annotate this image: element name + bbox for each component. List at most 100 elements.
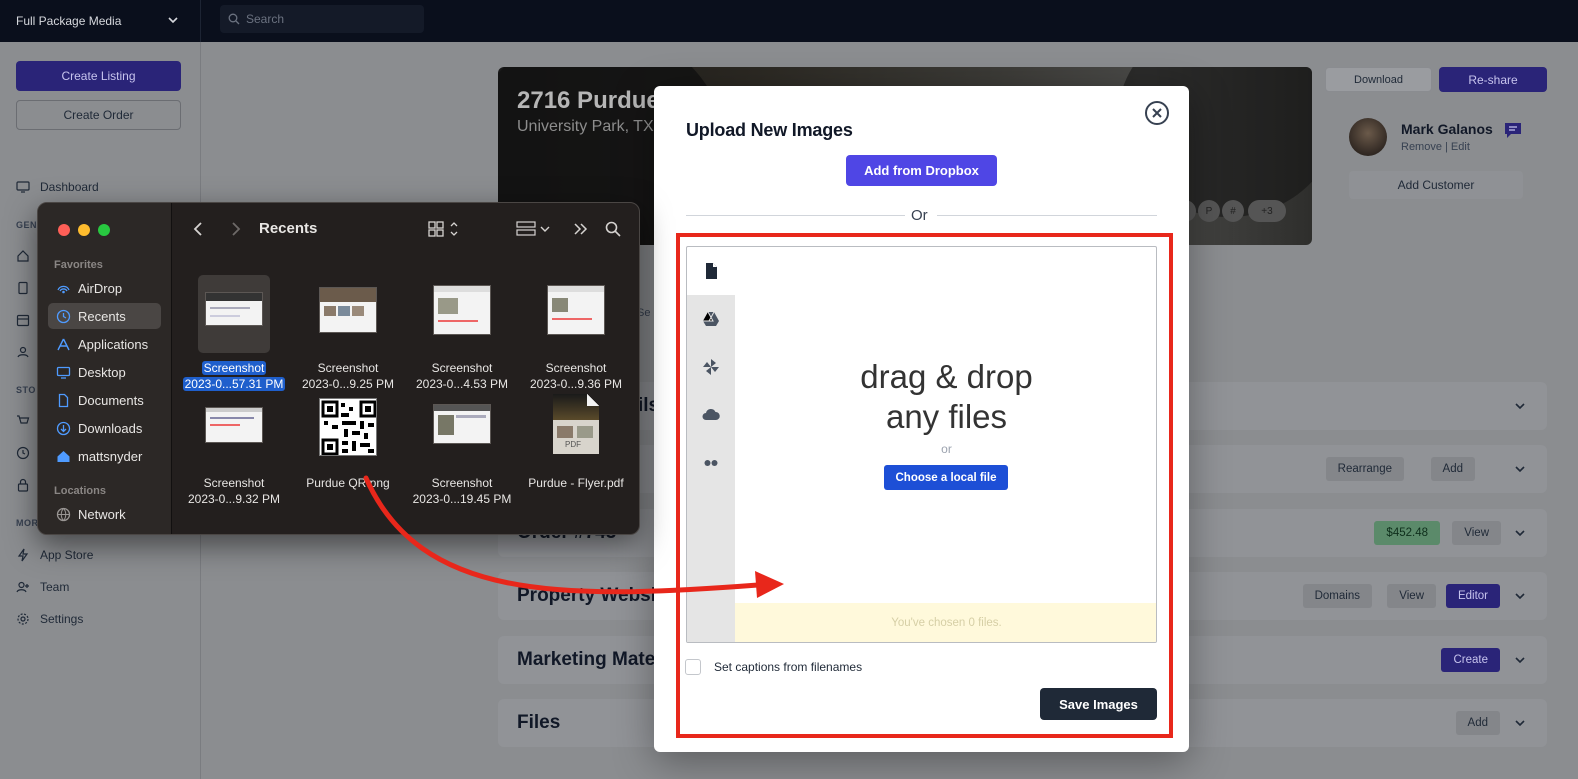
airdrop-icon bbox=[57, 285, 70, 293]
rearrange-button[interactable]: Rearrange bbox=[1325, 457, 1404, 481]
file-uploader[interactable]: drag & drop any files or Choose a local … bbox=[686, 246, 1157, 643]
finder-sidebar-item-home[interactable]: mattsnyder bbox=[48, 443, 161, 469]
view-button[interactable]: View bbox=[1387, 584, 1436, 608]
sidebar-item-settings[interactable]: Settings bbox=[16, 609, 83, 629]
desktop-icon bbox=[56, 366, 71, 379]
cart-icon[interactable] bbox=[16, 414, 30, 428]
finder-sidebar-item-recents[interactable]: Recents bbox=[48, 303, 161, 329]
file-thumbnail-frame bbox=[198, 275, 270, 353]
add-customer-button[interactable]: Add Customer bbox=[1349, 171, 1523, 199]
finder-sidebar-item-applications[interactable]: Applications bbox=[48, 331, 161, 357]
download-button[interactable]: Download bbox=[1325, 67, 1432, 92]
chevron-down-icon[interactable] bbox=[1513, 399, 1527, 413]
file-name: Screenshot 2023-0...4.53 PM bbox=[405, 360, 519, 392]
screenshot-thumbnail bbox=[205, 407, 263, 443]
chevron-down-icon[interactable] bbox=[1513, 526, 1527, 540]
file-item[interactable]: Screenshot 2023-0...9.25 PM bbox=[291, 275, 405, 392]
or-divider-label: Or bbox=[911, 207, 928, 224]
finder-sidebar-item-network[interactable]: Network bbox=[48, 501, 161, 527]
sidebar-item-team[interactable]: Team bbox=[16, 577, 69, 597]
clock-icon[interactable] bbox=[16, 446, 30, 460]
customer-avatar bbox=[1349, 118, 1387, 156]
global-search[interactable] bbox=[220, 5, 424, 33]
user-plus-icon bbox=[16, 581, 29, 593]
cloud-icon[interactable] bbox=[702, 406, 720, 424]
add-from-dropbox-button[interactable]: Add from Dropbox bbox=[846, 155, 997, 186]
file-name: Purdue QR.png bbox=[291, 475, 405, 491]
users-icon[interactable] bbox=[16, 345, 30, 359]
reshare-button[interactable]: Re-share bbox=[1439, 67, 1547, 92]
more-social-button[interactable]: +3 bbox=[1248, 200, 1286, 222]
forward-icon[interactable] bbox=[226, 220, 244, 238]
sidebar-item-app-store[interactable]: App Store bbox=[16, 545, 93, 565]
document-icon[interactable] bbox=[16, 281, 30, 295]
lock-icon[interactable] bbox=[16, 478, 30, 492]
finder-sidebar-item-documents[interactable]: Documents bbox=[48, 387, 161, 413]
view-button[interactable]: View bbox=[1452, 521, 1501, 545]
file-item[interactable]: Screenshot 2023-0...57.31 PM bbox=[177, 275, 291, 392]
chevron-down-icon bbox=[168, 17, 178, 24]
view-grid-icon[interactable] bbox=[428, 220, 462, 238]
file-item[interactable]: Screenshot 2023-0...19.45 PM bbox=[405, 390, 519, 507]
file-name: Screenshot 2023-0...9.25 PM bbox=[291, 360, 405, 392]
drag-drop-prompt: drag & drop any files bbox=[735, 357, 1156, 437]
pinterest-icon[interactable]: P bbox=[1198, 200, 1220, 222]
captions-checkbox[interactable] bbox=[685, 659, 701, 675]
zoom-window-button[interactable] bbox=[98, 224, 110, 236]
chevron-down-icon[interactable] bbox=[1513, 653, 1527, 667]
file-name: Screenshot 2023-0...57.31 PM bbox=[177, 360, 291, 392]
create-button[interactable]: Create bbox=[1441, 648, 1500, 672]
domains-button[interactable]: Domains bbox=[1302, 584, 1372, 608]
finder-sidebar-label: Desktop bbox=[78, 364, 126, 380]
calendar-icon[interactable] bbox=[16, 313, 30, 327]
add-button[interactable]: Add bbox=[1455, 711, 1500, 735]
save-images-button[interactable]: Save Images bbox=[1040, 688, 1157, 720]
org-switcher[interactable]: Full Package Media bbox=[0, 0, 201, 42]
share-icon[interactable]: # bbox=[1222, 200, 1244, 222]
finder-window[interactable]: Favorites AirDrop Recents Applications D… bbox=[37, 202, 640, 535]
file-item[interactable]: Purdue QR.png bbox=[291, 390, 405, 491]
pinwheel-icon[interactable] bbox=[702, 358, 720, 376]
finder-sidebar-item-downloads[interactable]: Downloads bbox=[48, 415, 161, 441]
sidebar-item-label: Dashboard bbox=[40, 180, 99, 194]
finder-sidebar-label: mattsnyder bbox=[78, 448, 143, 464]
file-item[interactable]: Screenshot 2023-0...9.36 PM bbox=[519, 275, 633, 392]
google-drive-icon[interactable] bbox=[702, 310, 720, 328]
file-item[interactable]: Screenshot 2023-0...4.53 PM bbox=[405, 275, 519, 392]
finder-sidebar-item-desktop[interactable]: Desktop bbox=[48, 359, 161, 385]
chevron-down-icon[interactable] bbox=[1513, 462, 1527, 476]
bolt-icon bbox=[17, 548, 29, 562]
chat-icon[interactable] bbox=[1503, 121, 1523, 139]
chevron-down-icon[interactable] bbox=[1513, 716, 1527, 730]
sidebar-item-label: App Store bbox=[40, 548, 94, 562]
create-order-button[interactable]: Create Order bbox=[16, 100, 181, 130]
applications-icon bbox=[57, 338, 70, 350]
gear-icon bbox=[17, 613, 29, 625]
close-icon[interactable] bbox=[1144, 100, 1170, 126]
editor-button[interactable]: Editor bbox=[1445, 584, 1500, 608]
sidebar-item-dashboard[interactable]: Dashboard bbox=[16, 177, 99, 197]
file-thumbnail-frame bbox=[405, 275, 519, 353]
more-toolbar-icon[interactable] bbox=[572, 220, 590, 238]
flickr-icon[interactable] bbox=[702, 454, 720, 472]
file-name-line: Purdue QR.png bbox=[306, 476, 390, 490]
search-icon[interactable] bbox=[604, 220, 622, 238]
back-icon[interactable] bbox=[190, 220, 208, 238]
file-item[interactable]: Screenshot 2023-0...9.32 PM bbox=[177, 390, 291, 507]
create-listing-button[interactable]: Create Listing bbox=[16, 61, 181, 91]
home-icon[interactable] bbox=[16, 249, 30, 263]
choose-local-file-button[interactable]: Choose a local file bbox=[884, 465, 1008, 490]
section-title: Files bbox=[517, 712, 561, 733]
group-by-icon[interactable] bbox=[516, 220, 552, 238]
file-name-line: Screenshot bbox=[545, 361, 607, 375]
file-icon[interactable] bbox=[702, 262, 720, 280]
search-input[interactable] bbox=[246, 12, 406, 26]
file-item[interactable]: PDF Purdue - Flyer.pdf bbox=[519, 390, 633, 491]
customer-actions[interactable]: Remove | Edit bbox=[1401, 141, 1470, 153]
chevron-down-icon[interactable] bbox=[1513, 589, 1527, 603]
add-button[interactable]: Add bbox=[1430, 457, 1475, 481]
finder-sidebar-item-airdrop[interactable]: AirDrop bbox=[48, 275, 161, 301]
pdf-badge: PDF bbox=[565, 440, 581, 449]
close-window-button[interactable] bbox=[58, 224, 70, 236]
minimize-window-button[interactable] bbox=[78, 224, 90, 236]
